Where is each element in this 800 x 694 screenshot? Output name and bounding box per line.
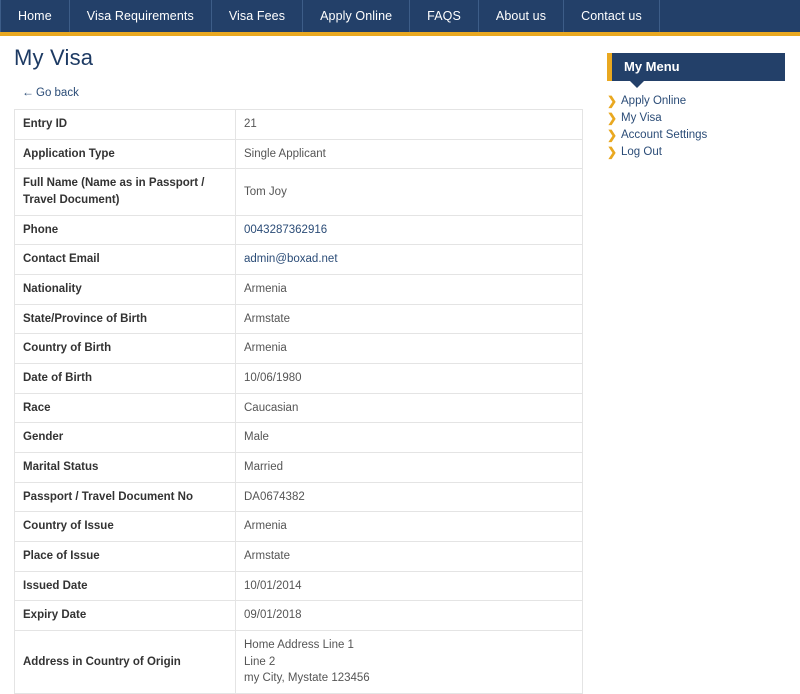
table-row: Date of Birth 10/06/1980: [14, 363, 583, 394]
nav-item-visa-fees[interactable]: Visa Fees: [212, 0, 304, 32]
sidebar-item-label[interactable]: My Visa: [621, 112, 662, 124]
row-label: Country of Birth: [14, 333, 236, 364]
row-label: Gender: [14, 422, 236, 453]
table-row: Race Caucasian: [14, 393, 583, 423]
row-value-address: Home Address Line 1 Line 2 my City, Myst…: [235, 630, 583, 694]
chevron-right-icon: ❯: [607, 94, 618, 108]
nav-item-visa-requirements[interactable]: Visa Requirements: [70, 0, 212, 32]
sidebar-item-account-settings[interactable]: ❯ Account Settings: [607, 129, 785, 141]
chevron-right-icon: ❯: [607, 128, 618, 142]
table-row: Country of Issue Armenia: [14, 511, 583, 542]
row-value-email-link[interactable]: admin@boxad.net: [235, 244, 583, 275]
row-value: Male: [235, 422, 583, 453]
row-label: Phone: [14, 215, 236, 245]
row-value: Armenia: [235, 333, 583, 364]
table-row: Place of Issue Armstate: [14, 541, 583, 572]
page-title: My Visa: [14, 45, 94, 70]
row-label: State/Province of Birth: [14, 304, 236, 334]
row-label: Place of Issue: [14, 541, 236, 572]
table-row: Address in Country of Origin Home Addres…: [14, 630, 583, 694]
row-value: Armstate: [235, 304, 583, 334]
main-content: My Visa ← Go back Entry ID 21 Application…: [0, 36, 585, 694]
my-menu-title: My Menu: [624, 59, 680, 74]
my-menu-list: ❯ Apply Online ❯ My Visa ❯ Account Setti…: [607, 95, 785, 158]
nav-item-home[interactable]: Home: [0, 0, 70, 32]
row-value: Armstate: [235, 541, 583, 572]
go-back-wrapper: ← Go back: [22, 85, 585, 99]
chevron-right-icon: ❯: [607, 111, 618, 125]
go-back-link[interactable]: ← Go back: [22, 85, 79, 99]
row-value: 09/01/2018: [235, 600, 583, 631]
arrow-left-icon: ←: [22, 85, 34, 99]
sidebar-item-label[interactable]: Apply Online: [621, 95, 686, 107]
table-row: Marital Status Married: [14, 452, 583, 483]
row-label: Country of Issue: [14, 511, 236, 542]
sidebar: My Menu ❯ Apply Online ❯ My Visa ❯ Accou…: [585, 36, 800, 163]
table-row: Phone 0043287362916: [14, 215, 583, 245]
table-row: Gender Male: [14, 422, 583, 453]
nav-item-faqs[interactable]: FAQS: [410, 0, 479, 32]
table-row: Country of Birth Armenia: [14, 333, 583, 364]
chevron-right-icon: ❯: [607, 145, 618, 159]
go-back-label: Go back: [36, 87, 79, 99]
row-value: Armenia: [235, 511, 583, 542]
my-menu-box: My Menu ❯ Apply Online ❯ My Visa ❯ Accou…: [607, 53, 785, 158]
row-value: 10/06/1980: [235, 363, 583, 394]
row-value: Married: [235, 452, 583, 483]
row-value: Single Applicant: [235, 139, 583, 169]
row-value: Tom Joy: [235, 168, 583, 216]
row-value: 10/01/2014: [235, 571, 583, 601]
triangle-down-icon: [630, 81, 644, 88]
table-row: Entry ID 21: [14, 109, 583, 140]
table-row: Expiry Date 09/01/2018: [14, 600, 583, 631]
main-navigation-bar: Home Visa Requirements Visa Fees Apply O…: [0, 0, 800, 36]
table-row: State/Province of Birth Armstate: [14, 304, 583, 334]
sidebar-item-log-out[interactable]: ❯ Log Out: [607, 146, 785, 158]
row-value: Caucasian: [235, 393, 583, 423]
row-value-phone-link[interactable]: 0043287362916: [235, 215, 583, 245]
sidebar-item-label[interactable]: Account Settings: [621, 129, 707, 141]
nav-item-apply-online[interactable]: Apply Online: [303, 0, 411, 32]
nav-item-contact-us[interactable]: Contact us: [564, 0, 660, 32]
sidebar-item-my-visa[interactable]: ❯ My Visa: [607, 112, 785, 124]
table-row: Issued Date 10/01/2014: [14, 571, 583, 601]
sidebar-item-label[interactable]: Log Out: [621, 146, 662, 158]
row-value: 21: [235, 109, 583, 140]
row-label: Passport / Travel Document No: [14, 482, 236, 512]
sidebar-item-apply-online[interactable]: ❯ Apply Online: [607, 95, 785, 107]
table-row: Contact Email admin@boxad.net: [14, 244, 583, 275]
my-menu-header: My Menu: [607, 53, 785, 88]
row-label: Full Name (Name as in Passport / Travel …: [14, 168, 236, 216]
nav-item-about-us[interactable]: About us: [479, 0, 565, 32]
row-value: Armenia: [235, 274, 583, 305]
row-label: Nationality: [14, 274, 236, 305]
table-row: Full Name (Name as in Passport / Travel …: [14, 168, 583, 216]
row-value: DA0674382: [235, 482, 583, 512]
table-row: Application Type Single Applicant: [14, 139, 583, 169]
table-row: Nationality Armenia: [14, 274, 583, 305]
row-label: Marital Status: [14, 452, 236, 483]
nav-empty-space: [660, 0, 800, 32]
table-row: Passport / Travel Document No DA0674382: [14, 482, 583, 512]
visa-details-body: Entry ID 21 Application Type Single Appl…: [14, 109, 583, 694]
row-label: Expiry Date: [14, 600, 236, 631]
row-label: Race: [14, 393, 236, 423]
row-label: Issued Date: [14, 571, 236, 601]
row-label: Application Type: [14, 139, 236, 169]
visa-details-table: Entry ID 21 Application Type Single Appl…: [14, 109, 583, 694]
row-label: Contact Email: [14, 244, 236, 275]
row-label: Date of Birth: [14, 363, 236, 394]
row-label: Entry ID: [14, 109, 236, 140]
row-label: Address in Country of Origin: [14, 630, 236, 694]
page-body: My Visa ← Go back Entry ID 21 Application…: [0, 36, 800, 694]
